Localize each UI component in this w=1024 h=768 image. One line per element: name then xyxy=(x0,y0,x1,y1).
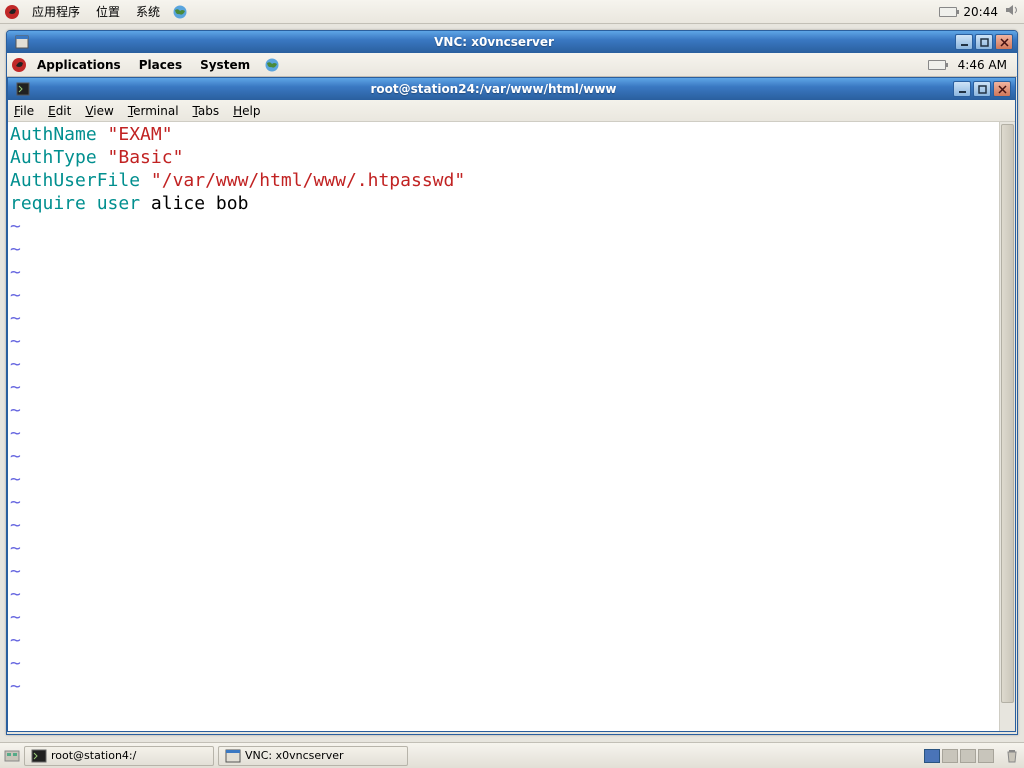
trash-icon[interactable] xyxy=(1004,748,1020,764)
terminal-minimize-button[interactable] xyxy=(953,81,971,97)
show-desktop-icon[interactable] xyxy=(4,748,20,764)
workspace-3[interactable] xyxy=(960,749,976,763)
directive-authname: AuthName xyxy=(10,124,97,145)
taskbar-item-vnc[interactable]: VNC: x0vncserver xyxy=(218,746,408,766)
terminal-menu-file[interactable]: File xyxy=(14,104,34,118)
globe-icon[interactable] xyxy=(172,4,188,20)
terminal-menu-help[interactable]: Help xyxy=(233,104,260,118)
remote-menu-places[interactable]: Places xyxy=(135,56,186,74)
vnc-minimize-button[interactable] xyxy=(955,34,973,50)
vnc-title: VNC: x0vncserver xyxy=(33,35,955,49)
workspace-4[interactable] xyxy=(978,749,994,763)
directive-user: user xyxy=(97,193,140,214)
host-menu-apps[interactable]: 应用程序 xyxy=(28,1,84,22)
taskbar-item-terminal[interactable]: root@station4:/ xyxy=(24,746,214,766)
terminal-menu-edit[interactable]: Edit xyxy=(48,104,71,118)
terminal-icon xyxy=(31,748,47,764)
remote-desktop: Applications Places System 4:46 AM root@… xyxy=(7,53,1017,734)
terminal-close-button[interactable] xyxy=(993,81,1011,97)
value-authuserfile: "/var/www/html/www/.htpasswd" xyxy=(151,170,465,191)
host-top-panel: 应用程序 位置 系统 20:44 xyxy=(0,0,1024,24)
scrollbar-thumb[interactable] xyxy=(1001,124,1014,703)
remote-menu-apps[interactable]: Applications xyxy=(33,56,125,74)
value-users: alice bob xyxy=(151,193,249,214)
window-icon xyxy=(225,748,241,764)
taskbar-item-label: root@station4:/ xyxy=(51,749,136,762)
terminal-menu-tabs[interactable]: Tabs xyxy=(193,104,220,118)
host-menu-system[interactable]: 系统 xyxy=(132,1,164,22)
value-authname: "EXAM" xyxy=(108,124,173,145)
vnc-window-icon xyxy=(15,35,29,49)
fedora-hat-icon xyxy=(4,4,20,20)
host-menu-places[interactable]: 位置 xyxy=(92,1,124,22)
directive-authtype: AuthType xyxy=(10,147,97,168)
battery-icon[interactable] xyxy=(928,60,946,70)
vnc-maximize-button[interactable] xyxy=(975,34,993,50)
workspace-switcher[interactable] xyxy=(924,749,994,763)
remote-menu-system[interactable]: System xyxy=(196,56,254,74)
terminal-editor[interactable]: AuthName "EXAM" AuthType "Basic" AuthUse… xyxy=(8,122,999,731)
value-authtype: "Basic" xyxy=(108,147,184,168)
terminal-menu-terminal[interactable]: Terminal xyxy=(128,104,179,118)
directive-authuserfile: AuthUserFile xyxy=(10,170,140,191)
vnc-close-button[interactable] xyxy=(995,34,1013,50)
remote-top-panel: Applications Places System 4:46 AM xyxy=(7,53,1017,77)
globe-icon[interactable] xyxy=(264,57,280,73)
terminal-title: root@station24:/var/www/html/www xyxy=(34,82,953,96)
vnc-window: VNC: x0vncserver Applications Places Sys… xyxy=(6,30,1018,735)
terminal-menu-view[interactable]: View xyxy=(85,104,113,118)
speaker-icon[interactable] xyxy=(1004,2,1020,21)
vnc-titlebar[interactable]: VNC: x0vncserver xyxy=(7,31,1017,53)
battery-icon[interactable] xyxy=(939,7,957,17)
terminal-maximize-button[interactable] xyxy=(973,81,991,97)
terminal-window-icon xyxy=(16,82,30,96)
remote-clock[interactable]: 4:46 AM xyxy=(952,58,1013,72)
workspace-2[interactable] xyxy=(942,749,958,763)
directive-require: require xyxy=(10,193,86,214)
taskbar-item-label: VNC: x0vncserver xyxy=(245,749,344,762)
terminal-window: root@station24:/var/www/html/www File Ed… xyxy=(7,77,1016,732)
workspace-1[interactable] xyxy=(924,749,940,763)
host-clock[interactable]: 20:44 xyxy=(957,5,1004,19)
host-taskbar: root@station4:/ VNC: x0vncserver xyxy=(0,742,1024,768)
terminal-scrollbar[interactable] xyxy=(999,122,1015,731)
terminal-menubar: File Edit View Terminal Tabs Help xyxy=(8,100,1015,122)
terminal-titlebar[interactable]: root@station24:/var/www/html/www xyxy=(8,78,1015,100)
fedora-hat-icon xyxy=(11,57,27,73)
